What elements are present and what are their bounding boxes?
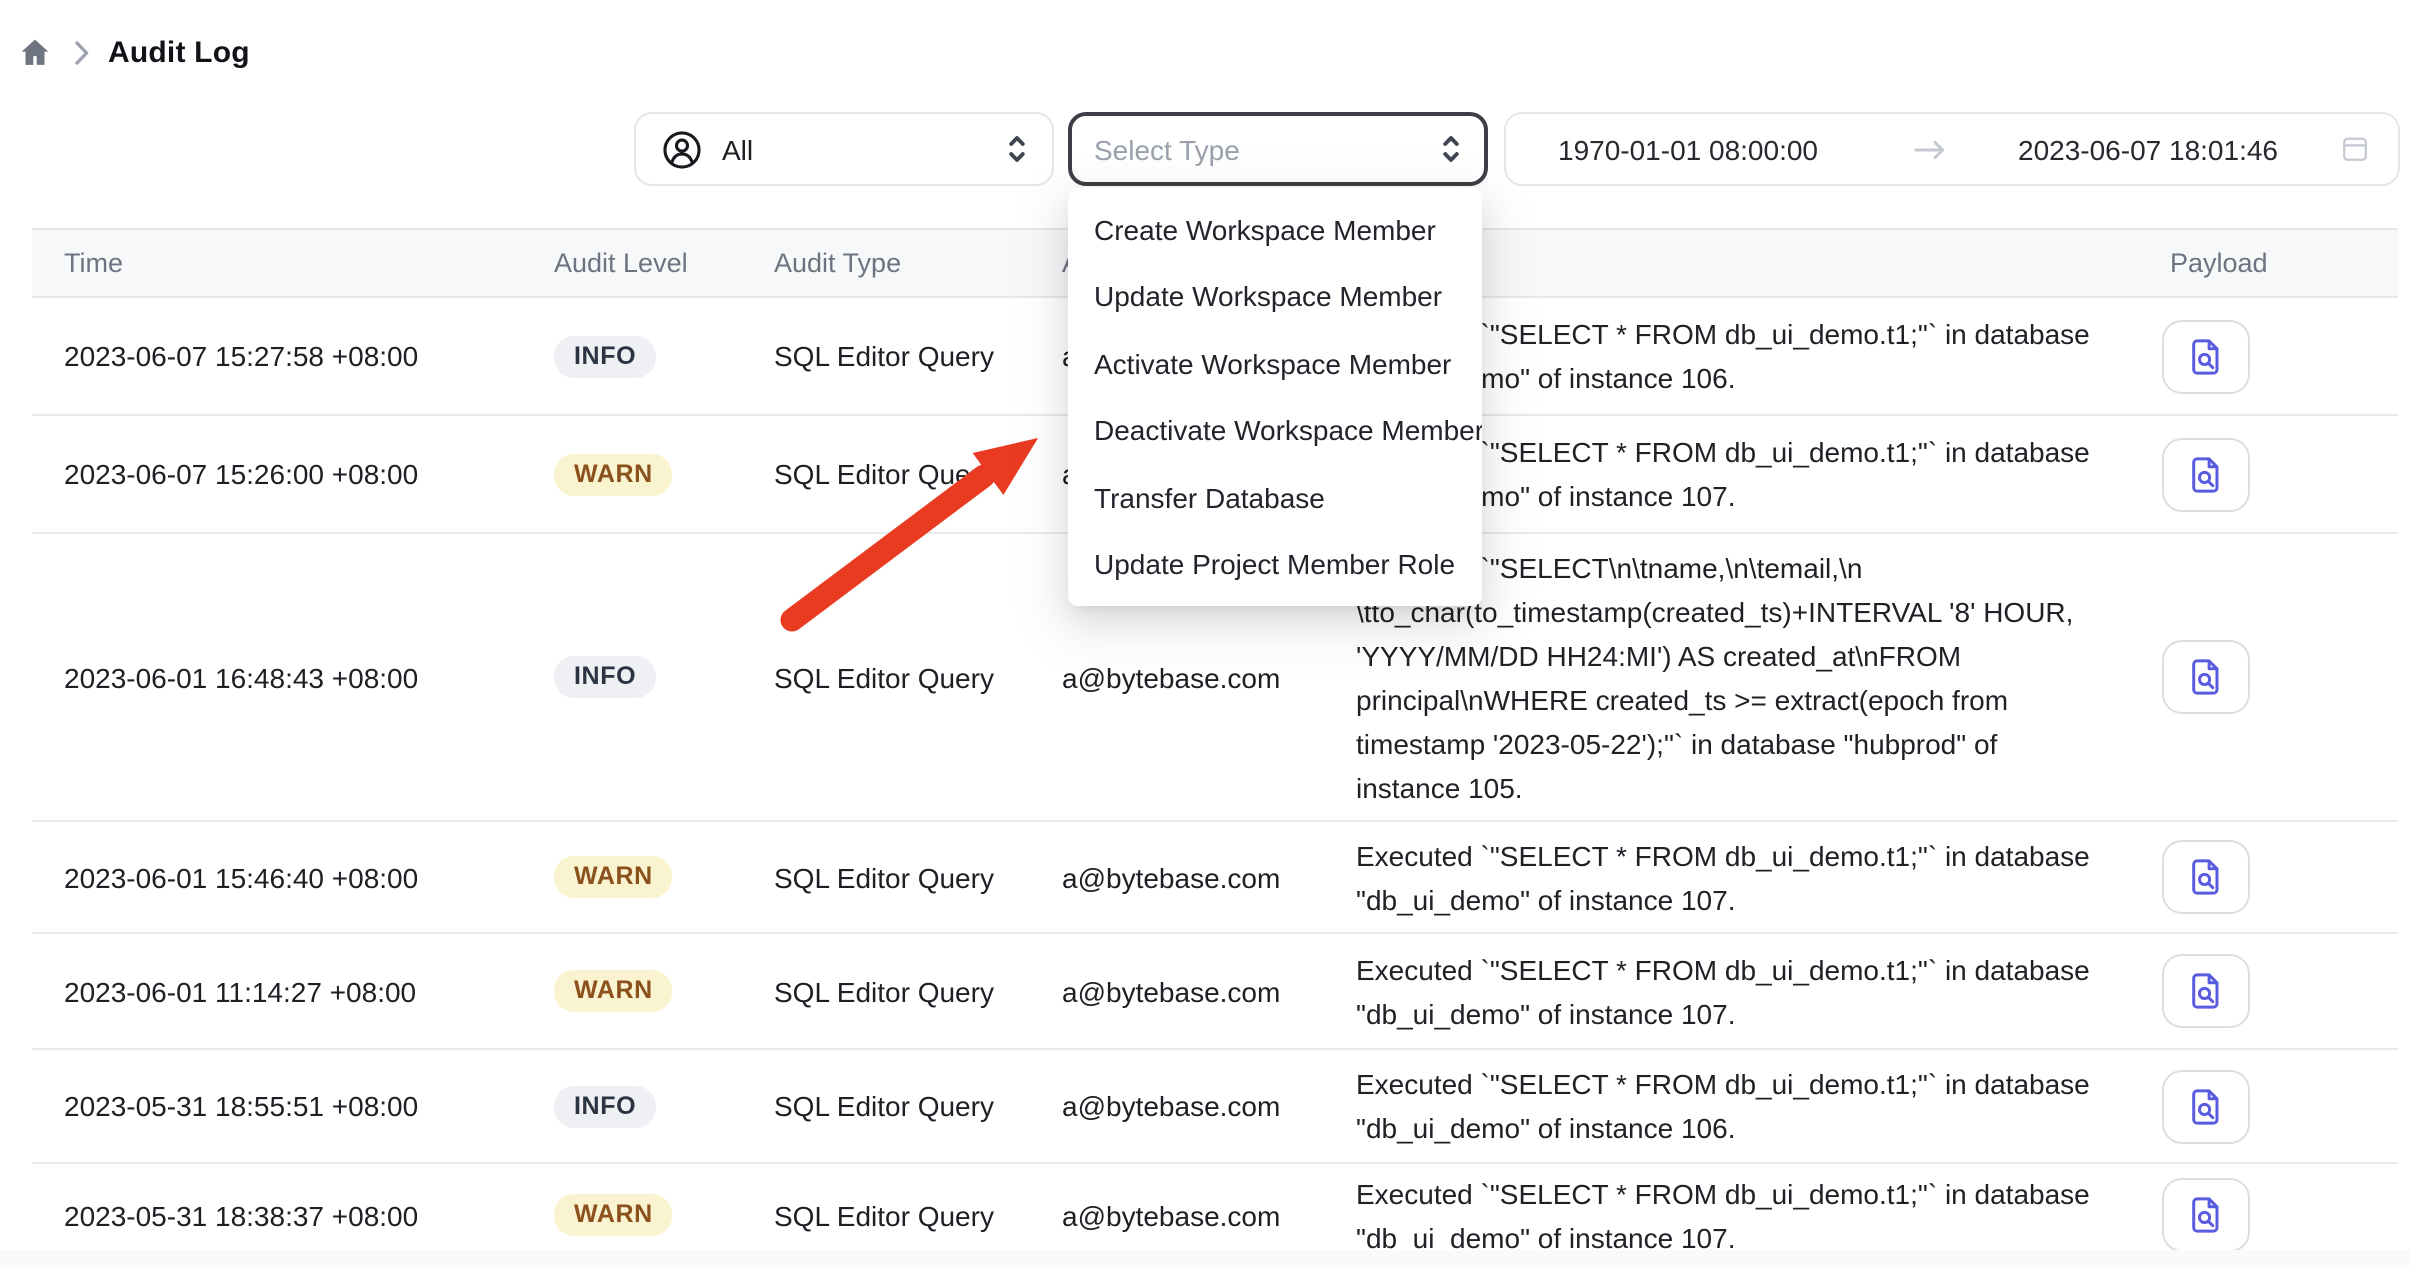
arrow-right-icon	[1914, 137, 1946, 161]
audit-log-page: Audit Log All Select Type 1970-01-01 08:…	[0, 0, 2410, 1268]
row-comment: Executed `"SELECT * FROM db_ui_demo.t1;"…	[1356, 1062, 2160, 1150]
row-audit-level: INFO	[554, 335, 774, 377]
chevron-right-icon	[74, 39, 90, 65]
view-payload-button[interactable]	[2162, 1178, 2250, 1252]
type-option[interactable]: Update Workspace Member	[1068, 263, 1482, 330]
row-time: 2023-05-31 18:38:37 +08:00	[32, 1199, 554, 1231]
row-audit-type: SQL Editor Query	[774, 1090, 1062, 1122]
view-payload-button[interactable]	[2162, 437, 2250, 511]
view-payload-button[interactable]	[2162, 319, 2250, 393]
table-row: 2023-06-01 15:46:40 +08:00 WARN SQL Edit…	[32, 822, 2398, 934]
row-payload	[2160, 437, 2398, 511]
date-range-picker[interactable]: 1970-01-01 08:00:00 2023-06-07 18:01:46	[1504, 112, 2400, 186]
type-option[interactable]: Update Project Member Role	[1068, 531, 1482, 598]
row-actor: a@bytebase.com	[1062, 1199, 1356, 1231]
row-audit-level: INFO	[554, 656, 774, 698]
view-payload-button[interactable]	[2162, 954, 2250, 1028]
member-icon	[660, 127, 704, 171]
row-actor: a@bytebase.com	[1062, 1090, 1356, 1122]
row-audit-type: SQL Editor Query	[774, 661, 1062, 693]
row-audit-type: SQL Editor Query	[774, 861, 1062, 893]
row-actor: a@bytebase.com	[1062, 661, 1356, 693]
audit-level-badge: INFO	[554, 1085, 656, 1127]
type-option[interactable]: Deactivate Workspace Member	[1068, 397, 1482, 464]
audit-level-badge: WARN	[554, 453, 673, 495]
type-filter-select[interactable]: Select Type	[1068, 112, 1488, 186]
breadcrumb: Audit Log	[18, 28, 250, 76]
row-payload	[2160, 640, 2398, 714]
chevron-updown-icon	[1002, 132, 1032, 166]
row-audit-type: SQL Editor Query	[774, 975, 1062, 1007]
row-comment: Executed `"SELECT * FROM db_ui_demo.t1;"…	[1356, 833, 2160, 921]
row-time: 2023-06-01 15:46:40 +08:00	[32, 861, 554, 893]
header-audit-type: Audit Type	[774, 248, 1062, 278]
view-payload-button[interactable]	[2162, 840, 2250, 914]
view-payload-button[interactable]	[2162, 640, 2250, 714]
row-audit-level: WARN	[554, 1194, 774, 1236]
row-audit-level: WARN	[554, 856, 774, 898]
type-option[interactable]: Activate Workspace Member	[1068, 330, 1482, 397]
row-payload	[2160, 319, 2398, 393]
chevron-updown-icon	[1436, 132, 1466, 166]
row-comment: Executed `"SELECT * FROM db_ui_demo.t1;"…	[1356, 1171, 2160, 1259]
row-payload	[2160, 840, 2398, 914]
header-audit-level: Audit Level	[554, 248, 774, 278]
row-payload	[2160, 954, 2398, 1028]
row-audit-level: INFO	[554, 1085, 774, 1127]
row-actor: a@bytebase.com	[1062, 861, 1356, 893]
home-icon[interactable]	[18, 35, 52, 69]
row-time: 2023-06-07 15:26:00 +08:00	[32, 458, 554, 490]
page-title: Audit Log	[108, 35, 250, 69]
member-filter-select[interactable]: All	[634, 112, 1054, 186]
file-search-icon	[2185, 856, 2227, 898]
audit-level-badge: WARN	[554, 1194, 673, 1236]
audit-level-badge: INFO	[554, 335, 656, 377]
date-range-end[interactable]: 2023-06-07 18:01:46	[2018, 133, 2318, 165]
view-payload-button[interactable]	[2162, 1069, 2250, 1143]
audit-level-badge: WARN	[554, 970, 673, 1012]
row-audit-level: WARN	[554, 453, 774, 495]
type-options-menu: Create Workspace MemberUpdate Workspace …	[1068, 188, 1482, 606]
file-search-icon	[2185, 335, 2227, 377]
row-time: 2023-06-07 15:27:58 +08:00	[32, 340, 554, 372]
header-time: Time	[32, 248, 554, 278]
table-row: 2023-05-31 18:55:51 +08:00 INFO SQL Edit…	[32, 1050, 2398, 1164]
file-search-icon	[2185, 453, 2227, 495]
audit-level-badge: INFO	[554, 656, 656, 698]
calendar-icon	[2340, 134, 2370, 164]
table-row: 2023-06-01 11:14:27 +08:00 WARN SQL Edit…	[32, 934, 2398, 1050]
row-audit-type: SQL Editor Query	[774, 1199, 1062, 1231]
row-comment: Executed `"SELECT * FROM db_ui_demo.t1;"…	[1356, 947, 2160, 1035]
type-filter-placeholder: Select Type	[1094, 133, 1436, 165]
row-time: 2023-05-31 18:55:51 +08:00	[32, 1090, 554, 1122]
row-audit-type: SQL Editor Query	[774, 340, 1062, 372]
type-option[interactable]: Transfer Database	[1068, 464, 1482, 531]
file-search-icon	[2185, 1194, 2227, 1236]
file-search-icon	[2185, 1085, 2227, 1127]
type-option[interactable]: Create Workspace Member	[1068, 196, 1482, 263]
row-payload	[2160, 1178, 2398, 1252]
audit-level-badge: WARN	[554, 856, 673, 898]
row-time: 2023-06-01 16:48:43 +08:00	[32, 661, 554, 693]
table-footer-strip	[0, 1250, 2410, 1268]
member-filter-value: All	[722, 133, 1002, 165]
row-payload	[2160, 1069, 2398, 1143]
row-audit-level: WARN	[554, 970, 774, 1012]
header-payload: Payload	[2160, 248, 2398, 278]
row-actor: a@bytebase.com	[1062, 975, 1356, 1007]
row-time: 2023-06-01 11:14:27 +08:00	[32, 975, 554, 1007]
date-range-start[interactable]: 1970-01-01 08:00:00	[1558, 133, 1862, 165]
file-search-icon	[2185, 970, 2227, 1012]
file-search-icon	[2185, 656, 2227, 698]
row-audit-type: SQL Editor Query	[774, 458, 1062, 490]
